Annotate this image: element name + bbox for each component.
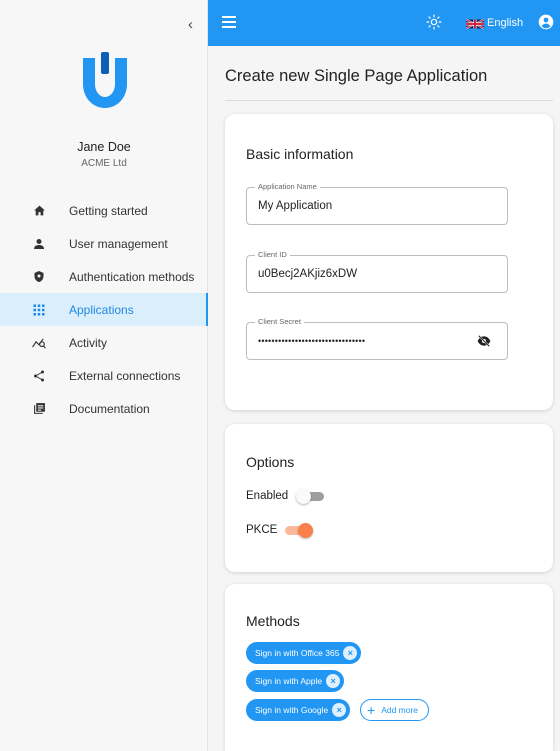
method-chip[interactable]: Sign in with Office 365 × xyxy=(246,642,362,664)
chip-label: Sign in with Apple xyxy=(255,676,323,686)
uk-flag-icon xyxy=(466,18,484,30)
methods-card: Methods Sign in with Office 365 × Sign i… xyxy=(225,584,553,751)
share-icon xyxy=(30,367,48,385)
remove-chip-icon[interactable]: × xyxy=(332,703,347,717)
enabled-label: Enabled xyxy=(246,490,289,502)
field-value: •••••••••••••••••••••••••••••••• xyxy=(258,336,366,346)
plus-icon: + xyxy=(367,702,376,718)
shield-icon xyxy=(30,268,48,286)
pkce-option: PKCE xyxy=(246,523,314,538)
language-selector[interactable]: English xyxy=(487,17,523,29)
sidebar-item-activity[interactable]: Activity xyxy=(0,326,208,359)
chip-label: Sign in with Google xyxy=(255,705,329,715)
app-logo xyxy=(83,52,127,108)
field-value: My Application xyxy=(258,200,333,212)
add-more-button[interactable]: + Add more xyxy=(360,699,430,721)
sidebar-item-label: User management xyxy=(69,236,168,251)
sidebar-item-authentication-methods[interactable]: Authentication methods xyxy=(0,260,208,293)
grid-icon xyxy=(30,301,48,319)
sidebar-item-label: Documentation xyxy=(69,401,150,416)
pkce-toggle[interactable] xyxy=(285,523,314,538)
card-title: Methods xyxy=(246,613,300,629)
add-more-label: Add more xyxy=(381,705,419,715)
field-label: Application Name xyxy=(255,182,320,191)
basic-information-card: Basic information Application Name My Ap… xyxy=(225,114,553,410)
library-icon xyxy=(30,400,48,418)
sidebar-item-label: Applications xyxy=(69,302,134,317)
page-title: Create new Single Page Application xyxy=(225,67,488,85)
sidebar-item-label: Activity xyxy=(69,335,108,350)
sidebar-item-user-management[interactable]: User management xyxy=(0,227,208,260)
application-name-field[interactable]: Application Name My Application xyxy=(246,182,508,225)
account-circle-icon[interactable] xyxy=(538,14,554,30)
sidebar-item-label: External connections xyxy=(69,368,181,383)
method-chip[interactable]: Sign in with Google × xyxy=(246,699,351,721)
remove-chip-icon[interactable]: × xyxy=(343,646,358,660)
top-app-bar: English xyxy=(208,0,560,46)
sidebar-item-label: Authentication methods xyxy=(69,269,195,284)
field-label: Client Secret xyxy=(255,317,304,326)
card-title: Options xyxy=(246,454,295,470)
collapse-sidebar-icon[interactable]: ‹ xyxy=(188,16,193,33)
hamburger-menu-icon[interactable] xyxy=(222,16,236,28)
sidebar-item-applications[interactable]: Applications xyxy=(0,293,208,326)
visibility-off-icon[interactable] xyxy=(477,335,491,347)
sidebar-item-external-connections[interactable]: External connections xyxy=(0,359,208,392)
sidebar-item-getting-started[interactable]: Getting started xyxy=(0,194,208,227)
client-secret-field[interactable]: Client Secret ••••••••••••••••••••••••••… xyxy=(246,317,508,360)
field-value: u0Becj2AKjiz6xDW xyxy=(258,268,358,280)
remove-chip-icon[interactable]: × xyxy=(326,674,341,688)
card-title: Basic information xyxy=(246,146,354,162)
field-label: Client ID xyxy=(255,250,290,259)
title-divider xyxy=(225,100,553,101)
enabled-toggle[interactable] xyxy=(296,489,325,504)
user-organization: ACME Ltd xyxy=(81,158,127,169)
sidebar-item-label: Getting started xyxy=(69,203,148,218)
activity-icon xyxy=(30,334,48,352)
sidebar-nav: Getting started User management Authenti… xyxy=(0,194,208,425)
sidebar: ‹ Jane Doe ACME Ltd Getting started User… xyxy=(0,0,208,751)
method-chip[interactable]: Sign in with Apple × xyxy=(246,670,345,692)
person-icon xyxy=(30,235,48,253)
home-icon xyxy=(30,202,48,220)
sidebar-item-documentation[interactable]: Documentation xyxy=(0,392,208,425)
pkce-label: PKCE xyxy=(246,524,278,536)
chip-label: Sign in with Office 365 xyxy=(255,648,340,658)
client-id-field[interactable]: Client ID u0Becj2AKjiz6xDW xyxy=(246,250,508,293)
enabled-option: Enabled xyxy=(246,489,325,504)
options-card: Options Enabled PKCE xyxy=(225,424,553,572)
user-name: Jane Doe xyxy=(77,140,131,154)
theme-toggle-sun-icon[interactable] xyxy=(426,14,442,30)
